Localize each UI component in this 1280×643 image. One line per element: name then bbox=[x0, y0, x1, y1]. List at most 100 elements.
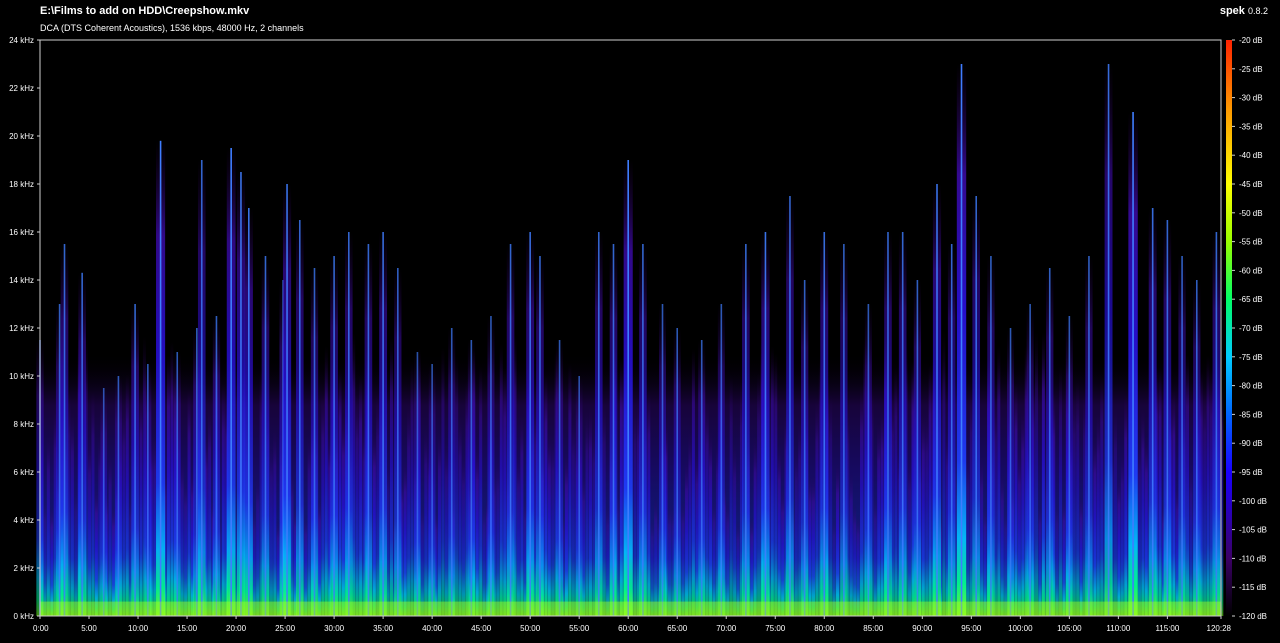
x-tick-label: 60:00 bbox=[618, 624, 639, 633]
spectrum-column bbox=[1113, 406, 1117, 616]
transient-core bbox=[367, 244, 370, 616]
transient-core bbox=[196, 328, 198, 616]
spectrum-column bbox=[733, 443, 737, 616]
transient-core bbox=[745, 244, 747, 616]
spectrum-column bbox=[588, 407, 592, 616]
transient-core bbox=[81, 272, 83, 616]
transient-core bbox=[397, 268, 399, 616]
transient-core bbox=[58, 304, 61, 616]
spectrum-column bbox=[798, 420, 802, 616]
transient-core bbox=[950, 244, 953, 616]
spectrogram-chart: 0 kHz 2 kHz 4 kHz 6 kHz 8 kHz 10 kHz 12 kHz 14 … bbox=[9, 36, 1267, 633]
spectrum-column bbox=[455, 356, 459, 616]
spectrum-column bbox=[50, 504, 54, 616]
spectrum-column bbox=[650, 517, 654, 616]
spectrum-column bbox=[166, 355, 170, 616]
y-tick-label: 12 kHz bbox=[9, 324, 34, 333]
spectrum-column bbox=[125, 374, 129, 616]
spectrum-column bbox=[444, 442, 448, 616]
x-tick-label: 55:00 bbox=[569, 624, 590, 633]
spectrum-column bbox=[321, 392, 325, 616]
spectrum-column bbox=[606, 503, 610, 616]
transient-core bbox=[676, 328, 679, 616]
spectrum-column bbox=[1117, 476, 1121, 616]
colorbar-tick-label: -95 dB bbox=[1239, 468, 1263, 477]
y-tick-label: 24 kHz bbox=[9, 36, 34, 45]
spectrum-column bbox=[647, 389, 651, 616]
y-tick-label: 16 kHz bbox=[9, 228, 34, 237]
transient-core bbox=[509, 244, 512, 616]
spectrum-column bbox=[221, 384, 225, 616]
spectrum-column bbox=[757, 372, 761, 616]
spectrum-column bbox=[1079, 494, 1083, 616]
transient-core bbox=[1009, 328, 1012, 616]
transient-core bbox=[313, 268, 316, 616]
spectrum-column bbox=[1041, 332, 1045, 616]
spectrum-column bbox=[1021, 409, 1025, 616]
spectrum-column bbox=[1004, 507, 1008, 616]
spectrum-column bbox=[568, 363, 572, 616]
transient-core bbox=[558, 340, 561, 616]
colorbar-tick-label: -75 dB bbox=[1239, 353, 1263, 362]
spectrum-column bbox=[420, 503, 424, 616]
spectrum-column bbox=[544, 375, 548, 616]
spectrum-column bbox=[856, 514, 860, 616]
spectrum-column bbox=[352, 333, 356, 616]
spectrum-column bbox=[997, 345, 1001, 616]
transient-core bbox=[700, 340, 703, 616]
spectrum-column bbox=[139, 389, 143, 616]
spectrum-column bbox=[1038, 501, 1042, 616]
colorbar-tick-label: -120 dB bbox=[1239, 612, 1267, 621]
spectrum-column bbox=[112, 504, 116, 616]
spectrum-column bbox=[403, 461, 407, 616]
spectrum-column bbox=[376, 393, 380, 616]
spectrum-column bbox=[894, 366, 898, 616]
spectrum-column bbox=[1137, 439, 1141, 616]
spectrum-column bbox=[441, 347, 445, 616]
spectrum-column bbox=[836, 463, 840, 616]
x-tick-label: 5:00 bbox=[81, 624, 97, 633]
transient-core bbox=[789, 196, 791, 616]
transient-core bbox=[200, 160, 203, 616]
spectrum-column bbox=[551, 435, 555, 616]
spectrum-column bbox=[1000, 472, 1004, 616]
colorbar-tick-label: -60 dB bbox=[1239, 266, 1263, 275]
transient-core bbox=[612, 244, 615, 616]
spectrum-column bbox=[410, 360, 414, 616]
transient-core bbox=[597, 232, 600, 616]
transient-core bbox=[490, 316, 492, 616]
transient-core bbox=[720, 304, 723, 616]
x-tick-label: 115:00 bbox=[1155, 624, 1179, 633]
transient-core bbox=[286, 184, 288, 616]
transient-core bbox=[230, 148, 232, 616]
spectrum-column bbox=[980, 457, 984, 616]
transient-core bbox=[960, 64, 963, 616]
spectrum-column bbox=[667, 502, 671, 616]
spectrum-column bbox=[499, 343, 503, 616]
spectrum-column bbox=[781, 487, 785, 616]
spectrum-column bbox=[256, 475, 260, 616]
colorbar-tick-label: -80 dB bbox=[1239, 382, 1263, 391]
transient-core bbox=[916, 280, 919, 616]
spectrum-column bbox=[925, 412, 929, 616]
spectrum-column bbox=[753, 437, 757, 616]
spectrum-column bbox=[338, 368, 342, 616]
spectrum-column bbox=[389, 335, 393, 616]
spectrum-column bbox=[808, 473, 812, 616]
spectrum-column bbox=[74, 486, 78, 616]
transient-core bbox=[450, 328, 453, 616]
spectrum-column bbox=[269, 442, 273, 616]
spectrum-column bbox=[873, 495, 877, 616]
spectrum-column bbox=[695, 451, 699, 616]
spectrum-column bbox=[829, 394, 833, 616]
spectrum-column bbox=[304, 514, 308, 616]
spectrum-column bbox=[70, 412, 74, 616]
spectrum-column bbox=[355, 394, 359, 616]
x-tick-label: 90:00 bbox=[912, 624, 933, 633]
spectrum-column bbox=[908, 459, 912, 616]
transient-core bbox=[1029, 304, 1031, 616]
x-tick-label: 35:00 bbox=[373, 624, 394, 633]
transient-core bbox=[1181, 256, 1183, 616]
spectrum-column bbox=[1175, 484, 1179, 616]
transient-core bbox=[661, 304, 664, 616]
